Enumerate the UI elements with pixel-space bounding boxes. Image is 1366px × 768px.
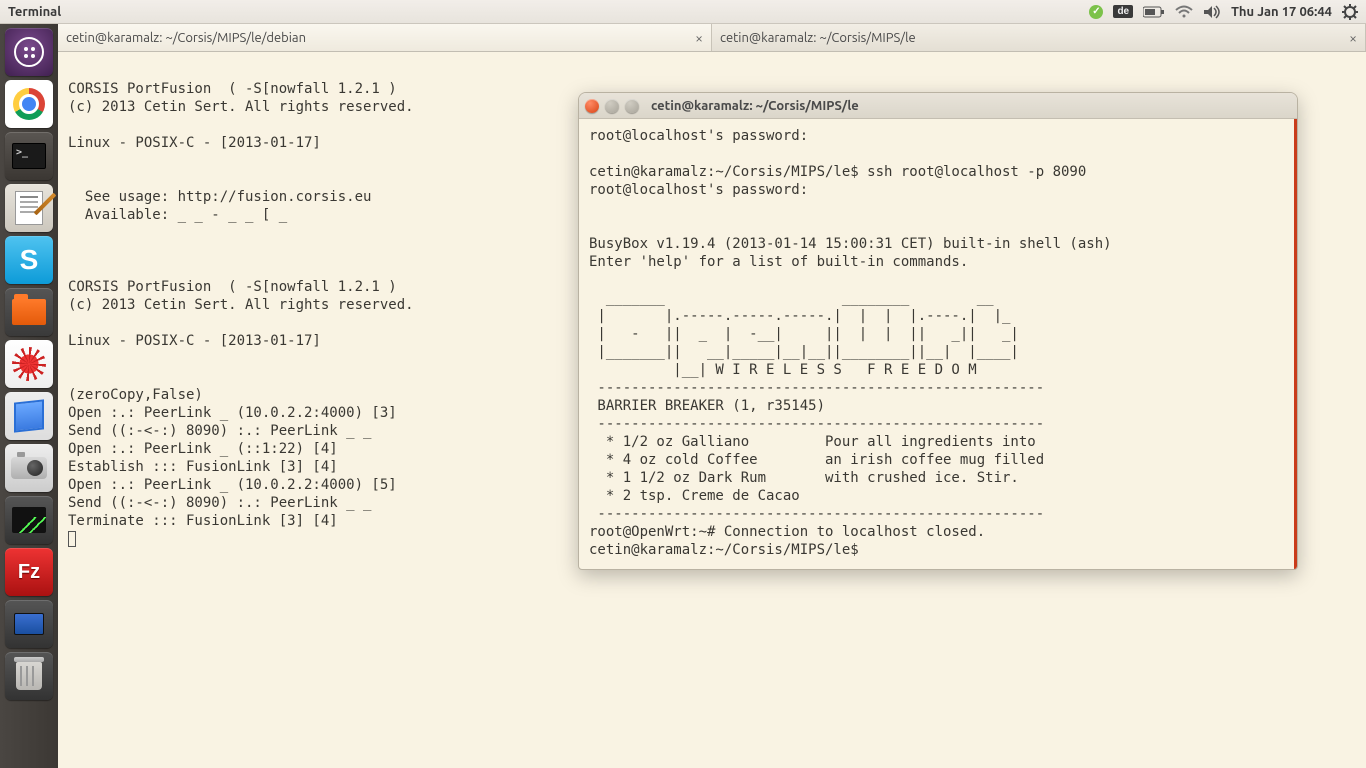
active-app-title: Terminal [8,5,61,19]
close-icon[interactable]: × [1349,31,1357,45]
sync-ok-icon[interactable] [1089,5,1103,19]
window-maximize-icon[interactable] [625,99,639,113]
close-icon[interactable]: × [695,31,703,45]
trash-icon[interactable] [5,652,53,700]
terminal-output: root@localhost's password: cetin@karamal… [579,119,1297,569]
terminal-tab-0[interactable]: cetin@karamalz: ~/Corsis/MIPS/le/debian … [58,24,712,51]
session-gear-icon[interactable] [1342,4,1358,20]
camera-icon[interactable] [5,444,53,492]
virtualbox-icon[interactable] [5,392,53,440]
unity-launcher: >_ S Fz [0,24,58,768]
terminal-tab-1[interactable]: cetin@karamalz: ~/Corsis/MIPS/le × [712,24,1366,51]
text-editor-icon[interactable] [5,184,53,232]
files-icon[interactable] [5,288,53,336]
filezilla-icon[interactable]: Fz [5,548,53,596]
secondary-terminal-window[interactable]: cetin@karamalz: ~/Corsis/MIPS/le root@lo… [578,92,1298,570]
dash-icon[interactable] [5,28,53,76]
window-minimize-icon[interactable] [605,99,619,113]
window-titlebar[interactable]: cetin@karamalz: ~/Corsis/MIPS/le [579,93,1297,119]
remote-desktop-icon[interactable] [5,600,53,648]
mathematica-icon[interactable] [5,340,53,388]
terminal-tabbar: cetin@karamalz: ~/Corsis/MIPS/le/debian … [58,24,1366,52]
chrome-icon[interactable] [5,80,53,128]
tab-title: cetin@karamalz: ~/Corsis/MIPS/le [720,31,1343,45]
top-menubar: Terminal de Thu Jan 17 06:44 [0,0,1366,24]
terminal-icon[interactable]: >_ [5,132,53,180]
clock[interactable]: Thu Jan 17 06:44 [1231,5,1332,19]
system-monitor-icon[interactable] [5,496,53,544]
tab-title: cetin@karamalz: ~/Corsis/MIPS/le/debian [66,31,689,45]
skype-icon[interactable]: S [5,236,53,284]
window-close-icon[interactable] [585,99,599,113]
window-title: cetin@karamalz: ~/Corsis/MIPS/le [651,99,859,113]
sound-icon[interactable] [1203,5,1221,19]
keyboard-layout-indicator[interactable]: de [1113,5,1133,18]
window-resize-edge[interactable] [1294,119,1297,569]
battery-icon[interactable] [1143,6,1165,18]
wifi-icon[interactable] [1175,5,1193,19]
